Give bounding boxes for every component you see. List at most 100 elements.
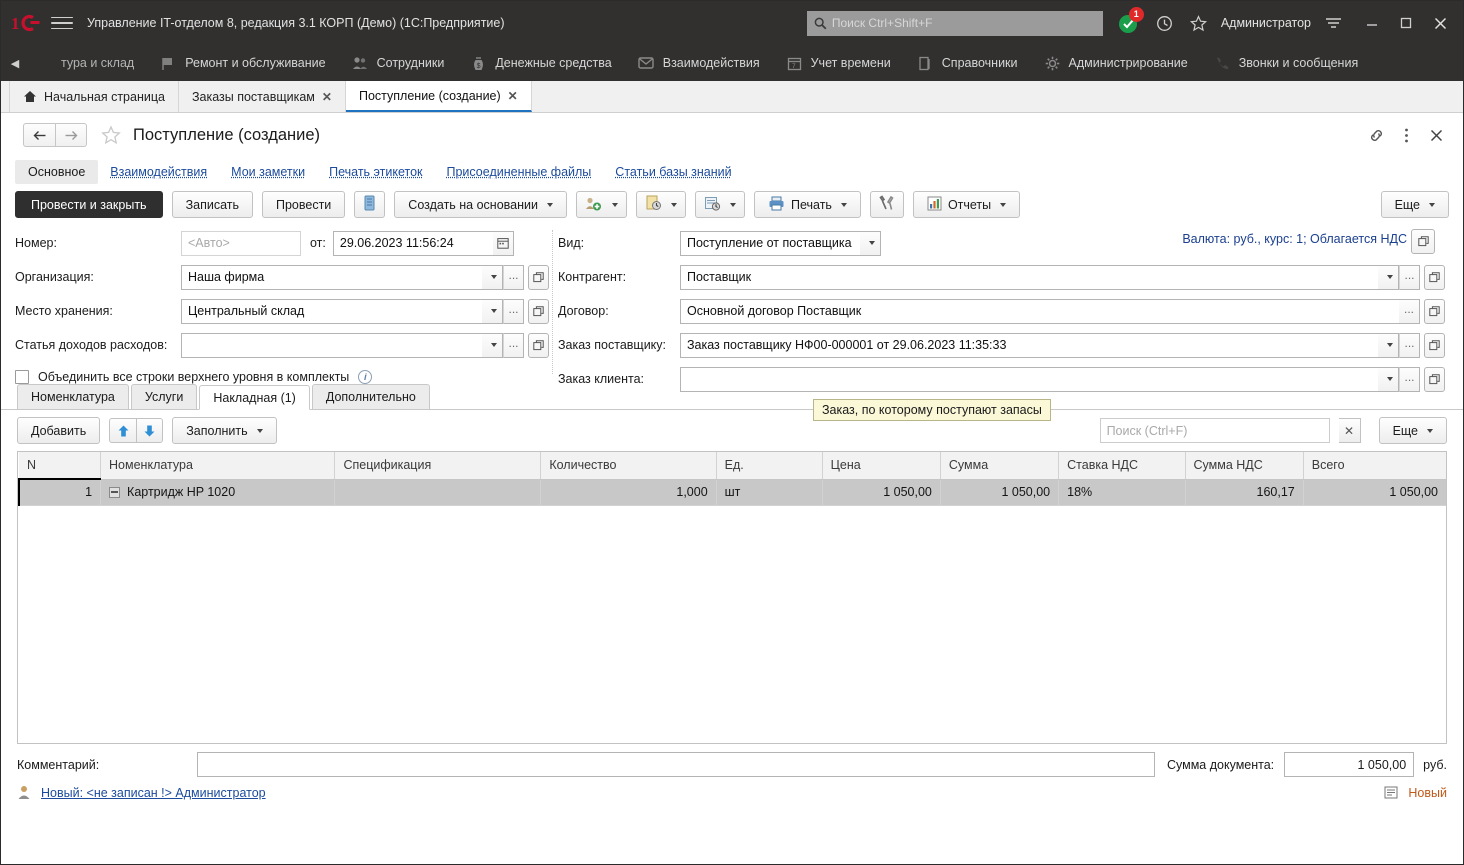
minimize-icon[interactable] [1355, 8, 1389, 38]
date-input[interactable]: 29.06.2023 11:56:24 [333, 231, 493, 256]
col-header-unit[interactable]: Ед. [716, 452, 822, 479]
cell-sum[interactable]: 1 050,00 [940, 479, 1058, 505]
print-button[interactable]: Печать [754, 191, 861, 218]
save-button[interactable]: Записать [172, 191, 253, 218]
client-order-select-button[interactable]: ... [1399, 367, 1420, 392]
menu-item-warehouse[interactable]: тура и склад [23, 45, 147, 81]
close-icon[interactable] [1423, 8, 1457, 38]
col-header-n[interactable]: N [19, 452, 101, 479]
menu-icon[interactable] [51, 12, 73, 34]
organization-dropdown-icon[interactable] [482, 265, 503, 290]
contract-select-button[interactable]: ... [1399, 299, 1420, 324]
reports-button[interactable]: Отчеты [913, 191, 1020, 218]
col-header-price[interactable]: Цена [822, 452, 940, 479]
post-button[interactable]: Провести [262, 191, 345, 218]
tab-close-icon[interactable]: ✕ [322, 90, 332, 104]
cell-quantity[interactable]: 1,000 [541, 479, 716, 505]
table-search-input[interactable]: Поиск (Ctrl+F) [1100, 418, 1330, 443]
kind-dropdown-icon[interactable] [860, 231, 881, 256]
arrow-up-icon[interactable] [109, 418, 136, 443]
storage-select-button[interactable]: ... [503, 299, 524, 324]
maximize-icon[interactable] [1389, 8, 1423, 38]
arrow-down-icon[interactable] [136, 418, 163, 443]
menu-item-repair[interactable]: Ремонт и обслуживание [147, 45, 338, 81]
notification-icon[interactable]: 1 [1115, 10, 1141, 36]
cell-vat-rate[interactable]: 18% [1059, 479, 1185, 505]
menu-item-catalogs[interactable]: Справочники [904, 45, 1031, 81]
info-icon[interactable]: i [358, 370, 372, 384]
currency-open-icon[interactable] [1411, 229, 1435, 254]
clear-x-icon[interactable]: ✕ [1339, 418, 1361, 443]
menu-scroll-left-icon[interactable]: ◀ [7, 57, 23, 70]
more-vertical-icon[interactable] [1393, 122, 1419, 148]
organization-input[interactable]: Наша фирма [181, 265, 482, 290]
merge-rows-checkbox[interactable] [15, 370, 29, 384]
client-order-dropdown-icon[interactable] [1378, 367, 1399, 392]
star-icon[interactable] [1187, 11, 1211, 35]
calendar-icon[interactable] [493, 231, 514, 256]
storage-open-icon[interactable] [528, 299, 549, 324]
supplier-order-open-icon[interactable] [1424, 333, 1445, 358]
global-search-input[interactable]: Поиск Ctrl+Shift+F [807, 11, 1103, 36]
number-input[interactable]: <Авто> [181, 231, 301, 256]
add-row-button[interactable]: Добавить [17, 417, 100, 444]
document-sum-value[interactable]: 1 050,00 [1284, 752, 1414, 777]
collapse-icon[interactable] [109, 487, 120, 498]
journal-button[interactable] [695, 191, 745, 218]
income-item-open-icon[interactable] [528, 333, 549, 358]
comment-input[interactable] [197, 752, 1155, 777]
add-contact-button[interactable] [576, 191, 627, 218]
cell-specification[interactable] [335, 479, 541, 505]
income-item-select-button[interactable]: ... [503, 333, 524, 358]
menu-item-calls-messages[interactable]: Звонки и сообщения [1201, 45, 1372, 81]
currency-info-label[interactable]: Валюта: руб., курс: 1; Облагается НДС [1182, 232, 1407, 246]
document-history-button[interactable] [636, 191, 686, 218]
col-header-total[interactable]: Всего [1303, 452, 1446, 479]
counterparty-input[interactable]: Поставщик [680, 265, 1378, 290]
register-records-button[interactable] [354, 191, 385, 218]
items-grid[interactable]: N Номенклатура Спецификация Количество Е… [17, 451, 1447, 744]
back-button[interactable] [23, 123, 55, 147]
supplier-order-input[interactable]: Заказ поставщику НФ00-000001 от 29.06.20… [680, 333, 1378, 358]
kind-input[interactable]: Поступление от поставщика [680, 231, 860, 256]
create-based-on-button[interactable]: Создать на основании [394, 191, 567, 218]
fill-button[interactable]: Заполнить [172, 417, 276, 444]
counterparty-dropdown-icon[interactable] [1378, 265, 1399, 290]
storage-dropdown-icon[interactable] [482, 299, 503, 324]
col-header-specification[interactable]: Спецификация [335, 452, 541, 479]
supplier-order-dropdown-icon[interactable] [1378, 333, 1399, 358]
organization-open-icon[interactable] [528, 265, 549, 290]
history-clock-icon[interactable] [1153, 11, 1177, 35]
status-link[interactable]: Новый: <не записан !> Администратор [41, 786, 266, 800]
link-icon[interactable] [1363, 122, 1389, 148]
cell-total[interactable]: 1 050,00 [1303, 479, 1446, 505]
table-tab-invoice[interactable]: Накладная (1) [199, 385, 310, 410]
more-button[interactable]: Еще [1381, 191, 1449, 218]
storage-input[interactable]: Центральный склад [181, 299, 482, 324]
counterparty-open-icon[interactable] [1424, 265, 1445, 290]
options-menu-icon[interactable] [1321, 11, 1345, 35]
cell-row-number[interactable]: 1 [19, 479, 101, 505]
income-item-input[interactable] [181, 333, 482, 358]
cell-vat-sum[interactable]: 160,17 [1185, 479, 1303, 505]
menu-item-administration[interactable]: Администрирование [1031, 45, 1201, 81]
client-order-open-icon[interactable] [1424, 367, 1445, 392]
col-header-quantity[interactable]: Количество [541, 452, 716, 479]
client-order-input[interactable] [680, 367, 1378, 392]
tab-supplier-orders[interactable]: Заказы поставщикам ✕ [179, 81, 346, 112]
navlink-moi-zametki[interactable]: Мои заметки [219, 161, 317, 183]
menu-item-interactions[interactable]: Взаимодействия [625, 45, 773, 81]
cell-price[interactable]: 1 050,00 [822, 479, 940, 505]
navlink-prisoedinennye-fayly[interactable]: Присоединенные файлы [435, 161, 604, 183]
table-more-button[interactable]: Еще [1379, 417, 1447, 444]
navlink-osnovnoe[interactable]: Основное [15, 160, 98, 184]
tab-close-icon[interactable]: ✕ [508, 89, 518, 103]
forward-button[interactable] [55, 123, 87, 147]
counterparty-select-button[interactable]: ... [1399, 265, 1420, 290]
col-header-sum[interactable]: Сумма [940, 452, 1058, 479]
favorite-star-icon[interactable] [101, 125, 121, 145]
navlink-pechat-etiketok[interactable]: Печать этикеток [317, 161, 434, 183]
col-header-vat-rate[interactable]: Ставка НДС [1059, 452, 1185, 479]
navlink-vzaimodeystviya[interactable]: Взаимодействия [98, 161, 219, 183]
supplier-order-select-button[interactable]: ... [1399, 333, 1420, 358]
